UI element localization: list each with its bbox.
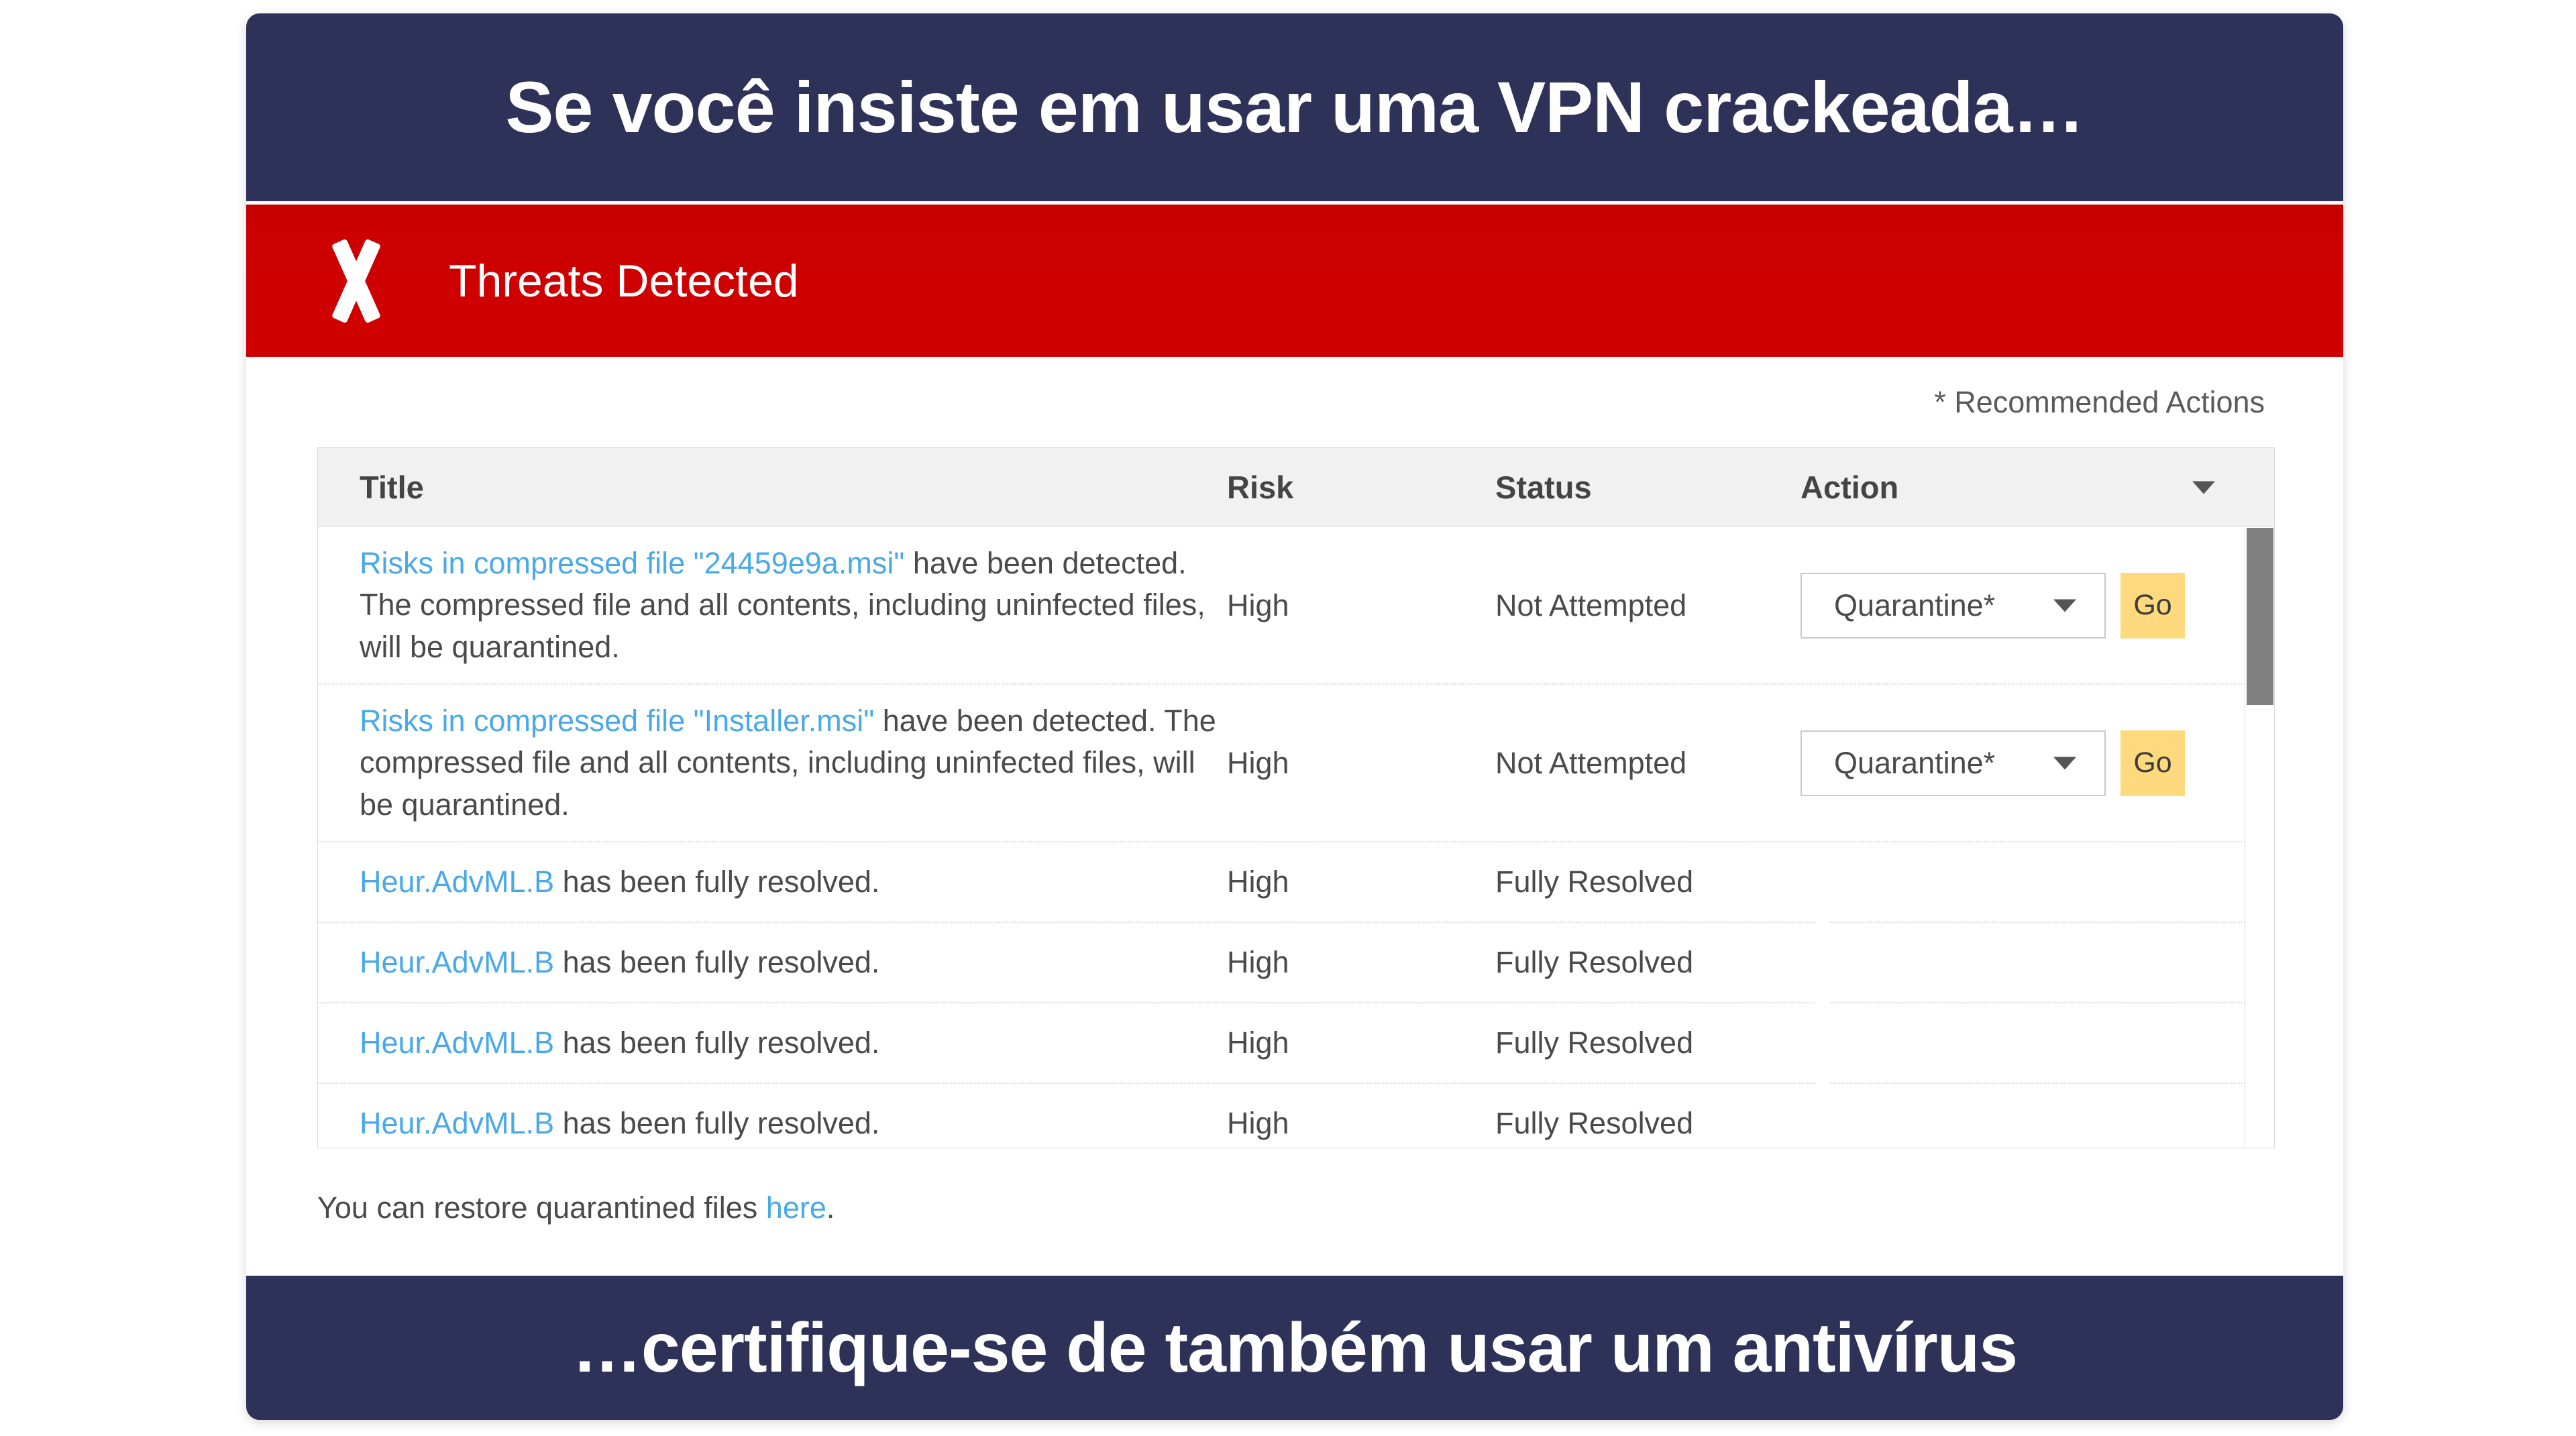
- table-scrollbar[interactable]: [2245, 528, 2274, 1148]
- row-title: Risks in compressed file "24459e9a.msi" …: [318, 543, 1227, 667]
- column-header-title[interactable]: Title: [318, 469, 1227, 506]
- screenshot-root: Se você insiste em usar uma VPN crackead…: [0, 0, 2576, 1436]
- row-risk: High: [1227, 865, 1289, 899]
- row-risk: High: [1227, 945, 1289, 979]
- table-row[interactable]: Heur.AdvML.B has been fully resolved. Hi…: [318, 1084, 2274, 1148]
- row-title: Heur.AdvML.B has been fully resolved.: [318, 942, 1227, 983]
- bottom-caption-banner: …certifique-se de também usar um antivír…: [246, 1276, 2343, 1420]
- row-title: Heur.AdvML.B has been fully resolved.: [318, 861, 1227, 903]
- action-select-value: Quarantine*: [1834, 745, 1996, 780]
- threat-link[interactable]: Heur.AdvML.B: [360, 945, 554, 979]
- table-row[interactable]: Heur.AdvML.B has been fully resolved. Hi…: [318, 842, 2274, 923]
- row-status: Not Attempted: [1495, 745, 1687, 780]
- threats-body: * Recommended Actions Title Risk Status …: [246, 357, 2343, 1276]
- table-header-row: Title Risk Status Action: [318, 448, 2274, 527]
- row-title: Risks in compressed file "Installer.msi"…: [318, 700, 1227, 825]
- row-status: Fully Resolved: [1495, 865, 1694, 899]
- threat-description: has been fully resolved.: [554, 944, 880, 979]
- row-status: Fully Resolved: [1495, 1106, 1694, 1140]
- column-header-status[interactable]: Status: [1495, 469, 1801, 506]
- column-header-action[interactable]: Action: [1801, 469, 2230, 506]
- go-button[interactable]: Go: [2121, 730, 2185, 796]
- row-status: Fully Resolved: [1495, 945, 1694, 979]
- threat-link[interactable]: Heur.AdvML.B: [360, 1026, 554, 1060]
- table-body: Risks in compressed file "24459e9a.msi" …: [318, 527, 2274, 1148]
- bottom-caption-text: …certifique-se de também usar um antivír…: [572, 1309, 2018, 1387]
- threat-link[interactable]: Risks in compressed file "Installer.msi": [360, 704, 874, 738]
- chevron-down-icon[interactable]: [2053, 757, 2076, 769]
- action-select[interactable]: Quarantine*: [1801, 730, 2106, 796]
- row-title: Heur.AdvML.B has been fully resolved.: [318, 1103, 1227, 1144]
- threat-description: has been fully resolved.: [554, 1025, 880, 1060]
- column-header-risk[interactable]: Risk: [1227, 469, 1495, 506]
- x-mark-icon: [319, 241, 394, 321]
- threat-description: has been fully resolved.: [554, 864, 880, 899]
- threat-link[interactable]: Risks in compressed file "24459e9a.msi": [360, 546, 904, 580]
- restore-quarantined-note: You can restore quarantined files here.: [317, 1191, 835, 1225]
- row-status: Not Attempted: [1495, 588, 1687, 622]
- threats-table: Title Risk Status Action Risks in compre…: [317, 447, 2275, 1148]
- row-risk: High: [1227, 1026, 1289, 1060]
- chevron-down-icon[interactable]: [2053, 599, 2076, 612]
- chevron-down-icon[interactable]: [2192, 481, 2215, 494]
- row-action: Quarantine* Go: [1801, 572, 2230, 639]
- row-title: Heur.AdvML.B has been fully resolved.: [318, 1022, 1227, 1064]
- row-risk: High: [1227, 588, 1289, 622]
- top-caption-banner: Se você insiste em usar uma VPN crackead…: [246, 13, 2343, 201]
- restore-text-suffix: .: [826, 1191, 835, 1225]
- threat-link[interactable]: Heur.AdvML.B: [360, 865, 554, 899]
- scrollbar-thumb[interactable]: [2247, 528, 2273, 705]
- antivirus-card: Se você insiste em usar uma VPN crackead…: [246, 13, 2343, 1420]
- row-action: Quarantine* Go: [1801, 730, 2230, 796]
- table-row[interactable]: Risks in compressed file "24459e9a.msi" …: [318, 527, 2274, 685]
- table-row[interactable]: Heur.AdvML.B has been fully resolved. Hi…: [318, 923, 2274, 1003]
- threat-link[interactable]: Heur.AdvML.B: [360, 1106, 554, 1140]
- action-group: Quarantine* Go: [1801, 730, 2230, 796]
- recommended-actions-note: * Recommended Actions: [1934, 385, 2265, 419]
- action-select-value: Quarantine*: [1834, 588, 1996, 622]
- action-select[interactable]: Quarantine*: [1801, 572, 2106, 639]
- alert-title: Threats Detected: [449, 255, 799, 307]
- restore-here-link[interactable]: here: [766, 1191, 826, 1225]
- threats-detected-header: Threats Detected: [246, 205, 2343, 357]
- column-header-action-label: Action: [1801, 470, 1899, 505]
- action-group: Quarantine* Go: [1801, 572, 2230, 639]
- threat-description: has been fully resolved.: [554, 1105, 880, 1140]
- top-caption-text: Se você insiste em usar uma VPN crackead…: [505, 66, 2084, 148]
- row-risk: High: [1227, 745, 1289, 780]
- row-risk: High: [1227, 1106, 1289, 1140]
- restore-text-prefix: You can restore quarantined files: [317, 1191, 766, 1225]
- table-row[interactable]: Risks in compressed file "Installer.msi"…: [318, 685, 2274, 842]
- table-row[interactable]: Heur.AdvML.B has been fully resolved. Hi…: [318, 1003, 2274, 1084]
- go-button[interactable]: Go: [2121, 572, 2185, 639]
- row-status: Fully Resolved: [1495, 1026, 1694, 1060]
